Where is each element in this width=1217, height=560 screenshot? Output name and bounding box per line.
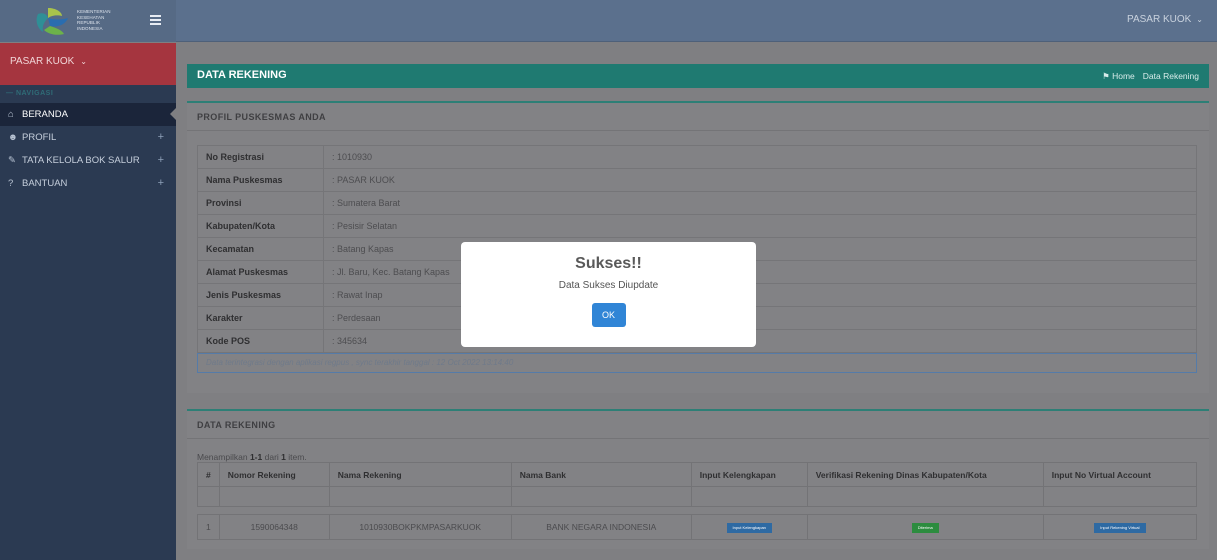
column-header-input-kelengkapan: Input Kelengkapan [690,462,808,487]
column-header-nama-rekening[interactable]: Nama Rekening [328,462,512,487]
logo-text: KEMENTERIAN KESEHATAN REPUBLIK INDONESIA [77,9,111,31]
sidebar-item-beranda[interactable]: ⌂ BERANDA [0,103,176,126]
breadcrumb-current: Data Rekening [1142,71,1199,81]
input-virtual-account-button[interactable]: Input Rekening Virtual [1094,523,1146,533]
cell-nomor-rekening: 1590064348 [218,514,330,540]
table-row: Kabupaten/Kota: Pesisir Selatan [197,214,1197,238]
filter-row [197,486,1198,507]
filter-nomor-rekening[interactable] [218,486,330,507]
expand-plus-icon: + [157,154,164,166]
column-header-virtual-account: Input No Virtual Account [1042,462,1198,487]
modal-title: Sukses!! [575,255,642,272]
cell-nama-bank: BANK NEGARA INDONESIA [510,514,692,540]
sidebar-category-label: — NAVIGASI [6,90,54,97]
rekening-box-title: DATA REKENING [187,411,1209,439]
expand-plus-icon: + [157,131,164,143]
input-kelengkapan-button[interactable]: Input Kelengkapan [726,523,772,533]
top-navbar: KEMENTERIAN KESEHATAN REPUBLIK INDONESIA… [0,0,1217,42]
table-row: No Registrasi: 1010930 [197,145,1197,169]
ok-button[interactable]: OK [591,303,626,327]
question-icon: ? [8,178,14,189]
user-menu[interactable]: PASAR KUOK ⌄ [1127,14,1203,25]
table-row: Nama Puskesmas: PASAR KUOK [197,168,1197,192]
profile-box-title: PROFIL PUSKESMAS ANDA [187,103,1209,131]
sidebar-item-tata-kelola[interactable]: ✎ TATA KELOLA BOK SALUR + [0,149,176,172]
sidebar: PASAR KUOK ⌄ — NAVIGASI ⌂ BERANDA ☻ PROFIL … [0,43,176,560]
home-icon: ⌂ [8,109,14,120]
column-header-nama-bank[interactable]: Nama Bank [510,462,692,487]
table-header-row: # Nomor Rekening Nama Rekening Nama Bank… [197,462,1198,487]
cell-no: 1 [197,514,220,540]
chevron-down-icon: ⌄ [80,57,87,66]
sync-info-alert: Data terintegrasi dengan aplikasi regpus… [197,353,1197,373]
table-summary: Menampilkan 1-1 dari 1 item. [197,452,307,462]
cell-nama-rekening: 1010930BOKPKMPASARKUOK [328,514,512,540]
column-header-no: # [197,462,220,487]
success-modal: Sukses!! Data Sukses Diupdate OK [461,242,756,347]
page-title: DATA REKENING [197,69,287,81]
page-header: DATA REKENING ⚑ Home Data Rekening [187,64,1209,88]
chevron-down-icon: ⌄ [1196,15,1203,24]
sidebar-item-profil[interactable]: ☻ PROFIL + [0,126,176,149]
sidebar-user-name: PASAR KUOK [10,56,75,67]
column-header-verifikasi: Verifikasi Rekening Dinas Kabupaten/Kota [806,462,1044,487]
sidebar-item-bantuan[interactable]: ? BANTUAN + [0,172,176,195]
sidebar-user-dropdown[interactable]: PASAR KUOK ⌄ [0,43,176,85]
table-row: 1 1590064348 1010930BOKPKMPASARKUOK BANK… [197,514,1198,540]
logo-area: KEMENTERIAN KESEHATAN REPUBLIK INDONESIA [0,0,176,42]
verifikasi-status-button[interactable]: Diterima [911,523,939,533]
home-icon: ⚑ [1102,71,1110,81]
user-name: PASAR KUOK [1127,14,1192,25]
table-row: Provinsi: Sumatera Barat [197,191,1197,215]
rekening-box: DATA REKENING Menampilkan 1-1 dari 1 ite… [187,409,1209,549]
sidebar-item-label: TATA KELOLA BOK SALUR [22,155,140,166]
breadcrumb: ⚑ Home Data Rekening [1102,71,1199,82]
hamburger-menu-icon[interactable] [150,15,161,25]
sidebar-item-label: BERANDA [22,109,68,120]
breadcrumb-home[interactable]: Home [1112,71,1135,81]
filter-nama-rekening[interactable] [328,486,512,507]
rekening-table: # Nomor Rekening Nama Rekening Nama Bank… [197,462,1198,540]
sidebar-item-label: PROFIL [22,132,57,143]
user-icon: ☻ [8,132,18,143]
sidebar-item-label: BANTUAN [22,178,68,189]
kemenkes-logo-icon [36,8,68,35]
edit-icon: ✎ [8,155,16,166]
column-header-nomor-rekening[interactable]: Nomor Rekening [218,462,330,487]
modal-message: Data Sukses Diupdate [558,280,659,291]
filter-nama-bank[interactable] [510,486,692,507]
expand-plus-icon: + [157,177,164,189]
